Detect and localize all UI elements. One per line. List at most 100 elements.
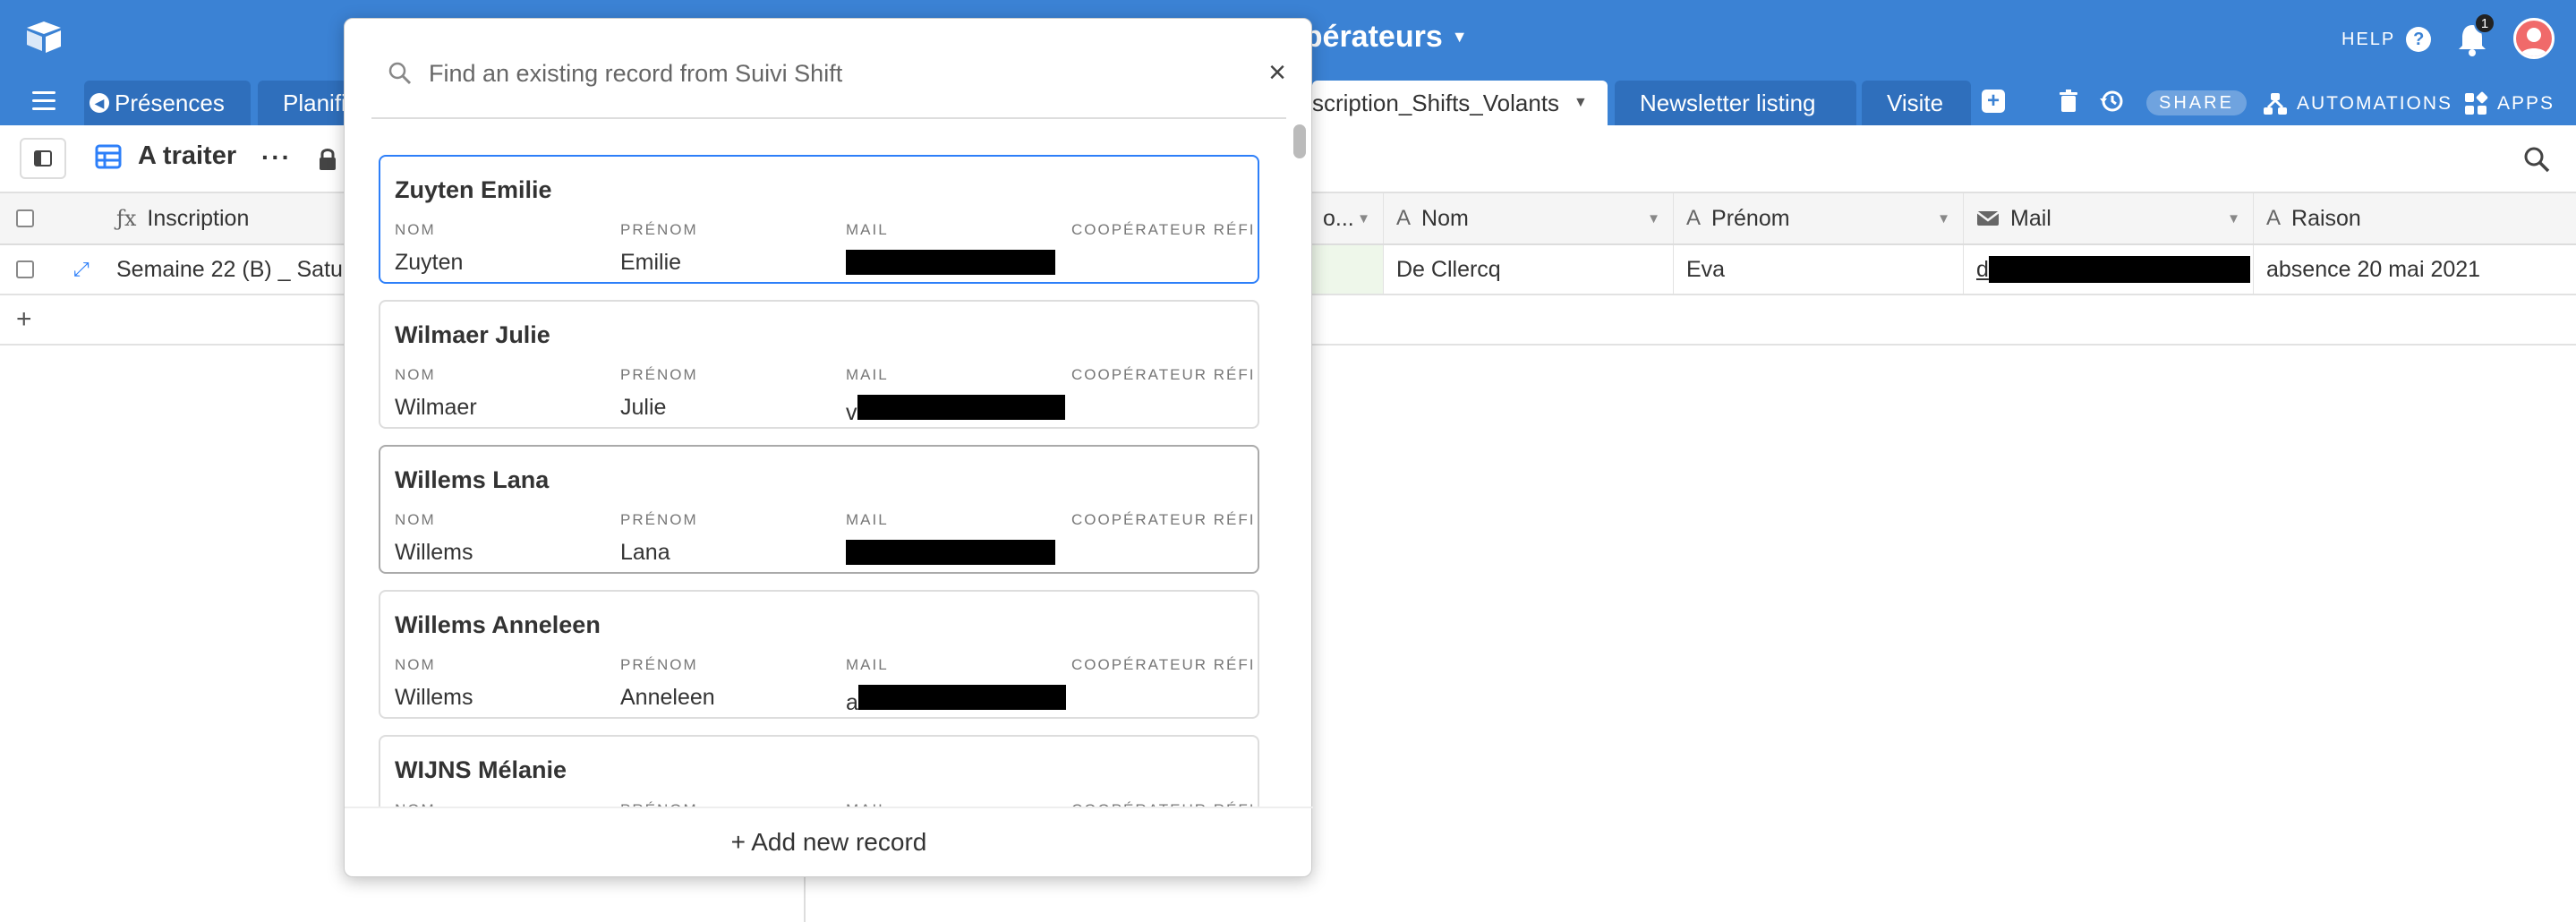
field-value-prenom: Emilie <box>620 250 682 275</box>
field-value-mail: a <box>846 685 1070 710</box>
add-table-button[interactable]: + <box>1982 89 2005 113</box>
record-list-scrollbar[interactable] <box>1290 121 1308 807</box>
help-button[interactable]: HELP ? <box>2341 27 2432 52</box>
field-label-cooperateur: COOPÉRATEUR RÉFI <box>1071 366 1254 383</box>
record-list[interactable]: Zuyten Emilie NOM Zuyten PRÉNOM Emilie MAI… <box>371 121 1286 807</box>
field-value-mail: v <box>846 395 1070 420</box>
text-field-icon: A <box>1686 206 1702 230</box>
lock-icon[interactable] <box>317 147 338 172</box>
base-title[interactable]: opérateurs ▼ <box>1285 20 1468 55</box>
record-card[interactable]: Willems Lana NOM Willems PRÉNOM Lana MAIL … <box>379 445 1259 574</box>
record-fields: NOM Wilmaer PRÉNOM Julie MAIL v COOPÉRATEUR… <box>395 366 1254 420</box>
sidebar-icon <box>34 150 52 166</box>
field-value-mail <box>846 540 1070 565</box>
column-label: Inscription <box>147 205 250 231</box>
column-header-truncated[interactable]: o... ▼ <box>1312 193 1384 243</box>
hamburger-menu-icon[interactable] <box>32 91 55 111</box>
view-more-button[interactable]: ··· <box>261 143 292 172</box>
column-label: o... <box>1323 205 1354 231</box>
chevron-down-icon[interactable]: ▼ <box>1647 211 1660 226</box>
field-label-cooperateur: COOPÉRATEUR RÉFI <box>1071 511 1254 528</box>
tab-newsletter-listing[interactable]: Newsletter listing <box>1615 81 1856 125</box>
question-icon: ? <box>2406 27 2432 52</box>
share-button[interactable]: SHARE <box>2146 90 2247 115</box>
history-icon[interactable] <box>2098 88 2125 115</box>
automations-label: AUTOMATIONS <box>2297 93 2453 114</box>
field-value-nom: Zuyten <box>395 250 464 275</box>
chevron-down-icon[interactable]: ▼ <box>1574 95 1588 111</box>
row-checkbox[interactable] <box>16 260 34 278</box>
cell-prenom[interactable]: Eva <box>1676 245 1964 294</box>
tab-label: Newsletter listing <box>1640 89 1816 116</box>
chevron-down-icon[interactable]: ▼ <box>1357 211 1370 226</box>
link-record-dialog: × Zuyten Emilie NOM Zuyten PRÉNOM Emilie M… <box>344 18 1313 877</box>
field-label-cooperateur: COOPÉRATEUR RÉFI <box>1071 221 1254 238</box>
mail-visible-prefix: d <box>1976 256 1989 282</box>
field-value-prenom: Julie <box>620 395 667 420</box>
apps-button[interactable]: APPS <box>2463 91 2555 116</box>
column-label: Prénom <box>1711 205 1790 231</box>
column-header-mail[interactable]: Mail ▼ <box>1966 193 2254 243</box>
record-search-input[interactable] <box>429 59 1216 88</box>
row-expand-cell: ⤢ <box>63 245 106 294</box>
field-value-nom: Willems <box>395 540 473 565</box>
scrollbar-thumb[interactable] <box>1293 124 1306 158</box>
record-card[interactable]: Zuyten Emilie NOM Zuyten PRÉNOM Emilie MAI… <box>379 155 1259 284</box>
redacted-email <box>1988 256 2250 283</box>
record-title: Wilmaer Julie <box>395 321 550 348</box>
record-title: Willems Lana <box>395 466 550 493</box>
automations-button[interactable]: AUTOMATIONS <box>2263 91 2452 116</box>
chevron-down-icon[interactable]: ▼ <box>2227 211 2240 226</box>
tab-planifi[interactable]: Planifi <box>258 81 347 125</box>
record-card[interactable]: WIJNS Mélanie NOM PRÉNOM MAIL COOPÉRATEU… <box>379 735 1259 807</box>
record-search-bar <box>388 51 1247 96</box>
trash-icon[interactable] <box>2055 88 2082 115</box>
field-label-nom: NOM <box>395 511 436 528</box>
view-switcher[interactable]: A traiter <box>95 141 236 171</box>
mail-visible-prefix: a <box>846 690 858 710</box>
chevron-left-icon: ◀ <box>90 93 109 113</box>
field-value-nom: Wilmaer <box>395 395 477 420</box>
record-card[interactable]: Wilmaer Julie NOM Wilmaer PRÉNOM Julie MAI… <box>379 300 1259 429</box>
text-field-icon: A <box>1396 206 1412 230</box>
mail-visible-prefix: v <box>846 400 857 420</box>
column-header-nom[interactable]: A Nom ▼ <box>1386 193 1674 243</box>
tab-presences[interactable]: ◀ Présences <box>84 81 251 125</box>
column-label: Raison <box>2291 205 2361 231</box>
tab-inscription-shifts-volants[interactable]: scription_Shifts_Volants ▼ <box>1312 81 1608 125</box>
divider <box>371 117 1286 119</box>
user-avatar[interactable] <box>2513 18 2555 59</box>
column-header-raison[interactable]: A Raison <box>2256 193 2576 243</box>
column-header-prenom[interactable]: A Prénom ▼ <box>1676 193 1964 243</box>
record-card[interactable]: Willems Anneleen NOM Willems PRÉNOM Annele… <box>379 590 1259 719</box>
chevron-down-icon[interactable]: ▼ <box>1937 211 1950 226</box>
record-fields: NOM Zuyten PRÉNOM Emilie MAIL COOPÉRATEUR … <box>395 221 1254 275</box>
tab-visite[interactable]: Visite <box>1862 81 1971 125</box>
field-value-prenom: Anneleen <box>620 685 715 710</box>
cell-raison[interactable]: absence 20 mai 2021 <box>2256 245 2576 294</box>
apps-label: APPS <box>2497 93 2555 114</box>
field-label-mail: MAIL <box>846 366 889 383</box>
text-field-icon: A <box>2266 206 2282 230</box>
sidebar-toggle-button[interactable] <box>20 138 66 179</box>
add-new-record-button[interactable]: + Add new record <box>345 824 1313 860</box>
cell-nom[interactable]: De Cllercq <box>1386 245 1674 294</box>
cell-mail[interactable]: d <box>1966 245 2254 294</box>
expand-icon[interactable]: ⤢ <box>73 258 90 281</box>
help-label: HELP <box>2341 29 2396 49</box>
field-label-mail: MAIL <box>846 511 889 528</box>
select-all-checkbox[interactable] <box>16 209 34 227</box>
tab-label: Visite <box>1887 89 1944 116</box>
column-label: Mail <box>2010 205 2051 231</box>
tab-label: scription_Shifts_Volants <box>1312 89 1560 116</box>
close-button[interactable]: × <box>1261 55 1293 90</box>
airtable-logo-icon[interactable] <box>25 20 63 54</box>
column-label: Nom <box>1421 205 1469 231</box>
record-title: Zuyten Emilie <box>395 176 552 203</box>
cell-truncated[interactable] <box>1312 245 1384 294</box>
email-field-icon <box>1976 211 2000 226</box>
search-icon[interactable] <box>2522 145 2551 174</box>
record-title: Willems Anneleen <box>395 611 601 638</box>
field-value-mail <box>846 250 1070 275</box>
redacted-email <box>857 685 1066 710</box>
